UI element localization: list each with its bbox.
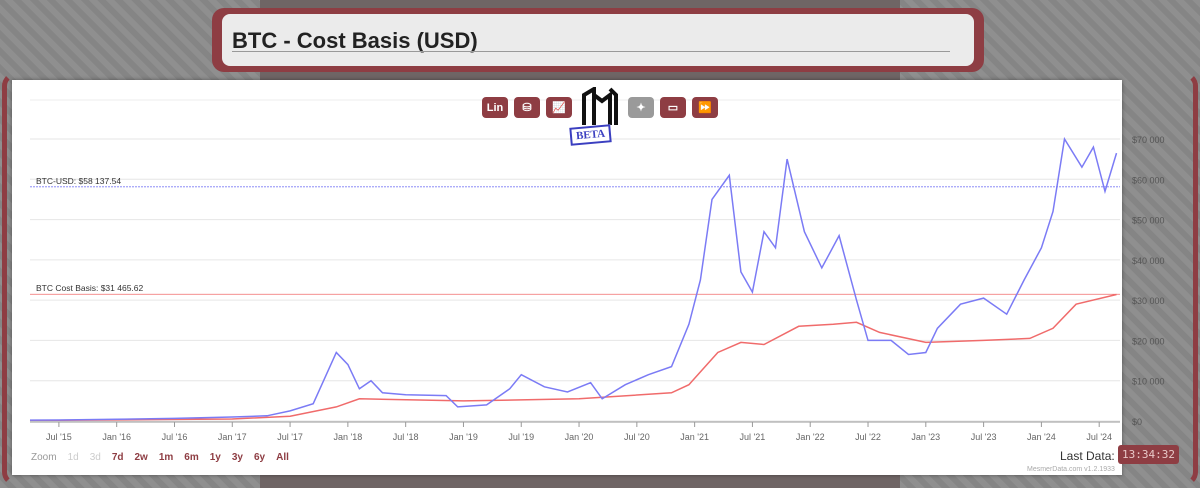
monitor-button[interactable]: ▭	[660, 97, 686, 118]
x-tick-label: Jan '23	[911, 432, 940, 442]
x-tick-label: Jan '17	[218, 432, 247, 442]
series-line-btc-cost-basis	[30, 293, 1117, 421]
fast-forward-icon: ⏩	[698, 102, 712, 114]
zoom-1m[interactable]: 1m	[159, 452, 173, 463]
zoom-2w[interactable]: 2w	[134, 452, 147, 463]
x-tick-label: Jul '22	[855, 432, 881, 442]
database-button[interactable]: ⛁	[514, 97, 540, 118]
zoom-3y[interactable]: 3y	[232, 452, 243, 463]
y-tick-label: $10 000	[1132, 377, 1165, 387]
chart-type-button[interactable]: 📈	[546, 97, 572, 118]
plot-line-label: BTC-USD: $58 137.54	[36, 176, 121, 186]
x-tick-label: Jul '21	[740, 432, 766, 442]
x-tick-label: Jul '17	[277, 432, 303, 442]
credit: MesmerData.com v1.2.1933	[1027, 466, 1115, 473]
beta-stamp: BETA	[569, 124, 612, 146]
monitor-icon: ▭	[667, 102, 679, 114]
x-tick-label: Jan '24	[1027, 432, 1056, 442]
x-tick-label: Jul '16	[162, 432, 188, 442]
toolbar: Lin ⛁ 📈 ✦ ▭ ⏩	[482, 85, 718, 127]
x-tick-label: Jan '16	[102, 432, 131, 442]
last-data-time: 13:34:32	[1118, 445, 1179, 464]
magic-wand-button[interactable]: ✦	[628, 97, 654, 118]
x-tick-label: Jan '18	[333, 432, 362, 442]
y-tick-label: $50 000	[1132, 216, 1165, 226]
chart-icon: 📈	[552, 102, 566, 114]
x-tick-label: Jan '22	[796, 432, 825, 442]
y-tick-label: $70 000	[1132, 135, 1165, 145]
y-tick-label: $0	[1132, 417, 1142, 427]
database-icon: ⛁	[522, 102, 532, 114]
magic-wand-icon: ✦	[636, 102, 646, 114]
x-tick-label: Jul '24	[1086, 432, 1112, 442]
y-tick-label: $60 000	[1132, 175, 1165, 185]
zoom-6m[interactable]: 6m	[184, 452, 198, 463]
y-tick-label: $30 000	[1132, 296, 1165, 306]
zoom-1d[interactable]: 1d	[68, 452, 79, 463]
zoom-3d[interactable]: 3d	[90, 452, 101, 463]
plot-line-label: BTC Cost Basis: $31 465.62	[36, 283, 144, 293]
zoom-7d[interactable]: 7d	[112, 452, 124, 463]
zoom-selector: Zoom 1d 3d 7d 2w 1m 6m 1y 3y 6y All	[31, 452, 289, 463]
zoom-all[interactable]: All	[276, 452, 289, 463]
x-tick-label: Jul '20	[624, 432, 650, 442]
last-data-label: Last Data:	[1060, 449, 1115, 463]
x-tick-label: Jan '21	[680, 432, 709, 442]
x-tick-label: Jul '15	[46, 432, 72, 442]
x-tick-label: Jul '19	[508, 432, 534, 442]
x-tick-label: Jan '20	[565, 432, 594, 442]
y-tick-label: $20 000	[1132, 336, 1165, 346]
logo	[580, 85, 620, 127]
zoom-label: Zoom	[31, 452, 57, 463]
x-tick-label: Jul '23	[971, 432, 997, 442]
zoom-6y[interactable]: 6y	[254, 452, 265, 463]
series-line-btc-usd	[29, 136, 1118, 421]
x-tick-label: Jul '18	[393, 432, 419, 442]
x-tick-label: Jan '19	[449, 432, 478, 442]
zoom-1y[interactable]: 1y	[210, 452, 221, 463]
y-tick-label: $40 000	[1132, 256, 1165, 266]
chart: $0 $10 000 $20 000 $30 000 $40 000 $50 000 $60…	[29, 99, 1165, 442]
fast-forward-button[interactable]: ⏩	[692, 97, 718, 118]
linear-scale-button[interactable]: Lin	[482, 97, 508, 118]
